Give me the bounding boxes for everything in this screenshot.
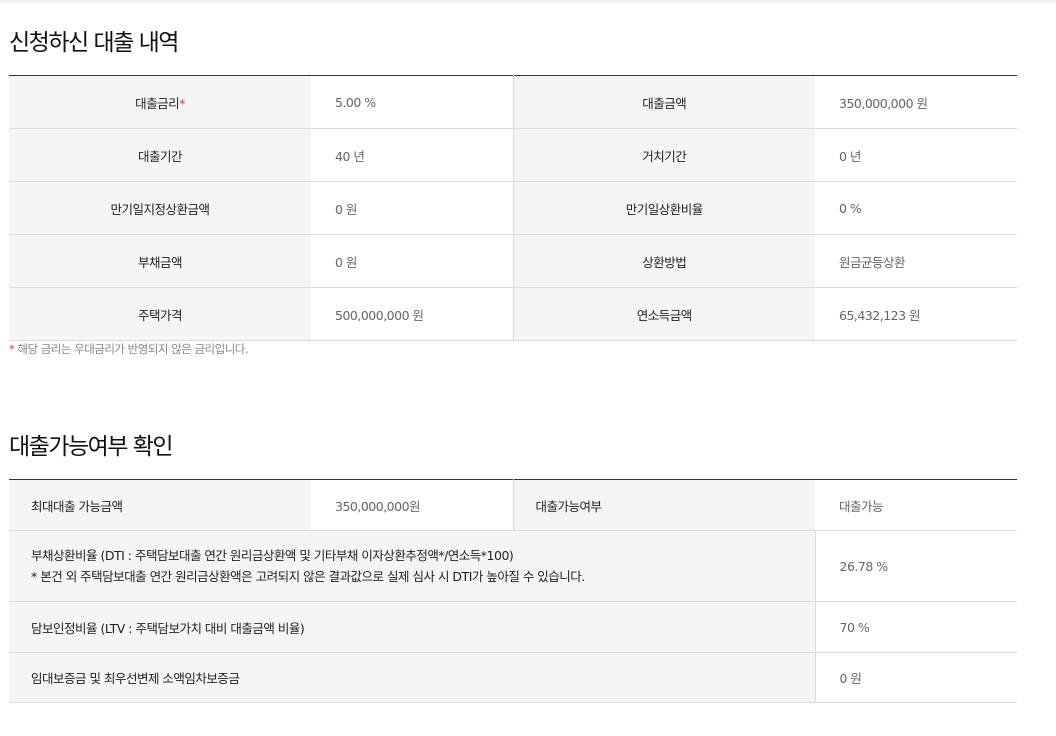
grace-period-label: 거치기간 [512, 128, 815, 182]
eligibility-table: 최대대출 가능금액 350,000,000원 대출가능여부 대출가능 부채상환비… [9, 479, 1017, 703]
house-price-value: 500,000,000 원 [311, 287, 513, 341]
loan-eligibility-label: 대출가능여부 [512, 479, 815, 531]
ltv-value: 70 % [814, 601, 1017, 653]
interest-rate-value: 5.00 % [311, 75, 513, 129]
table-row: 주택가격 500,000,000 원 연소득금액 65,432,123 원 [9, 287, 1017, 341]
eligibility-title: 대출가능여부 확인 [9, 434, 174, 460]
maturity-repayment-amount-value: 0 원 [311, 181, 513, 235]
table-row: 대출기간 40 년 거치기간 0 년 [9, 128, 1017, 182]
note-mark: * [9, 342, 15, 356]
loan-amount-value: 350,000,000 원 [815, 75, 1017, 129]
loan-amount-label: 대출금액 [512, 75, 815, 129]
max-loan-amount-value: 350,000,000원 [311, 479, 513, 531]
table-row: 최대대출 가능금액 350,000,000원 대출가능여부 대출가능 [9, 479, 1017, 531]
loan-details-table: 대출금리* 5.00 % 대출금액 350,000,000 원 대출기간 40 … [9, 75, 1017, 341]
grace-period-value: 0 년 [815, 128, 1017, 182]
top-shade [0, 0, 1056, 3]
interest-rate-label: 대출금리* [9, 75, 311, 129]
debt-amount-value: 0 원 [311, 234, 513, 288]
dti-label: 부채상환비율 (DTI : 주택담보대출 연간 원리금상환액 및 기타부채 이자… [9, 530, 815, 602]
loan-period-label: 대출기간 [9, 128, 311, 182]
table-row: 임대보증금 및 최우선변제 소액임차보증금 0 원 [9, 652, 1017, 703]
repayment-method-value: 원금균등상환 [815, 234, 1017, 288]
table-row: 담보인정비율 (LTV : 주택담보가치 대비 대출금액 비율) 70 % [9, 601, 1017, 653]
repayment-method-label: 상환방법 [512, 234, 815, 288]
debt-amount-label: 부채금액 [9, 234, 311, 288]
table-row: 부채금액 0 원 상환방법 원금균등상환 [9, 234, 1017, 288]
house-price-label: 주택가격 [9, 287, 311, 341]
table-row: 만기일지정상환금액 0 원 만기일상환비율 0 % [9, 181, 1017, 235]
deposit-value: 0 원 [814, 652, 1017, 703]
maturity-repayment-amount-label: 만기일지정상환금액 [9, 181, 311, 235]
deposit-label: 임대보증금 및 최우선변제 소액임차보증금 [9, 652, 815, 703]
dti-value: 26.78 % [814, 530, 1017, 602]
annual-income-label: 연소득금액 [512, 287, 815, 341]
maturity-repayment-ratio-label: 만기일상환비율 [512, 181, 815, 235]
dti-description: 부채상환비율 (DTI : 주택담보대출 연간 원리금상환액 및 기타부채 이자… [31, 548, 514, 563]
table-row: 대출금리* 5.00 % 대출금액 350,000,000 원 [9, 75, 1017, 129]
loan-details-title: 신청하신 대출 내역 [9, 30, 179, 56]
interest-rate-note: * 해당 금리는 우대금리가 반영되지 않은 금리입니다. [9, 342, 249, 356]
maturity-repayment-ratio-value: 0 % [815, 181, 1017, 235]
dti-note: * 본건 외 주택담보대출 연간 원리금상환액은 고려되지 않은 결과값으로 실… [31, 569, 585, 584]
required-mark: * [179, 95, 185, 111]
table-row: 부채상환비율 (DTI : 주택담보대출 연간 원리금상환액 및 기타부채 이자… [9, 530, 1017, 602]
loan-eligibility-value: 대출가능 [815, 479, 1017, 531]
max-loan-amount-label: 최대대출 가능금액 [9, 479, 311, 531]
loan-period-value: 40 년 [311, 128, 513, 182]
ltv-label: 담보인정비율 (LTV : 주택담보가치 대비 대출금액 비율) [9, 601, 815, 653]
annual-income-value: 65,432,123 원 [815, 287, 1017, 341]
